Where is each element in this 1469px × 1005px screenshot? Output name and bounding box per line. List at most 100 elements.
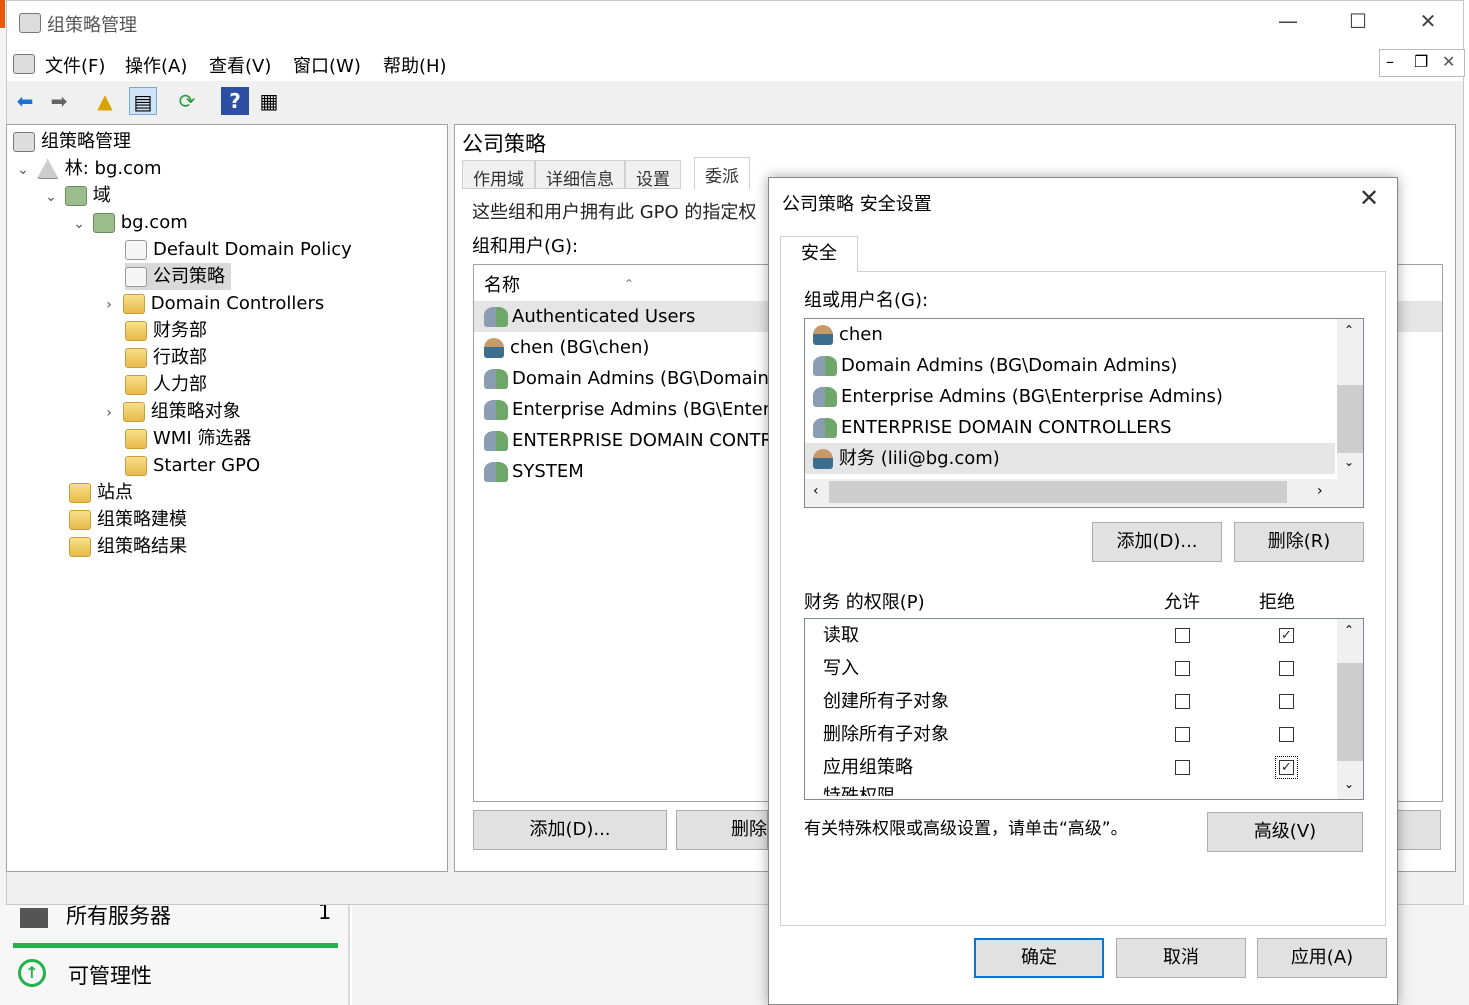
help-icon[interactable]: ? [221,87,249,115]
tree-item-admin[interactable]: 行政部 [125,344,207,371]
tree-item-starter-gpo[interactable]: Starter GPO [125,452,260,479]
groups-users-label: 组和用户(G): [472,236,579,257]
show-hide-action-pane-icon[interactable]: ▦ [255,87,283,115]
scroll-up-icon[interactable]: ⌃ [1344,323,1354,337]
tree-item-sites[interactable]: 站点 [69,479,133,506]
list-item-selected[interactable]: 财务 (lili@bg.com) [805,443,1335,474]
show-hide-tree-icon[interactable]: ▤ [129,87,157,115]
group-icon [813,387,837,407]
apply-button[interactable]: 应用(A) [1257,938,1387,978]
ok-button[interactable]: 确定 [974,938,1104,978]
vertical-scrollbar[interactable]: ⌃ ⌄ [1337,319,1363,479]
menu-file[interactable]: 文件(F) [45,52,105,78]
deny-checkbox[interactable] [1279,694,1294,709]
tab-security[interactable]: 安全 [780,236,858,272]
scroll-thumb[interactable] [1337,663,1363,761]
list-item[interactable]: chen [805,319,1363,350]
dialog-close-icon[interactable]: ✕ [1359,184,1379,212]
tree-item-bg-com[interactable]: ⌄ bg.com [71,209,188,236]
toolbar: ⬅ ➡ ▲ ▤ ⟳ ? ▦ [7,81,1463,121]
back-arrow-icon[interactable]: ⬅ [11,87,39,115]
tab-details[interactable]: 详细信息 [535,160,625,190]
scroll-left-icon[interactable]: ‹ [813,483,819,499]
allow-checkbox[interactable] [1175,760,1190,775]
tree-item-default-domain-policy[interactable]: Default Domain Policy [125,236,352,263]
scroll-up-icon[interactable]: ⌃ [1344,623,1354,637]
results-icon [69,537,91,557]
mdi-close-button[interactable]: ✕ [1442,52,1455,71]
deny-checkbox[interactable] [1279,727,1294,742]
dialog-remove-button[interactable]: 删除(R) [1234,522,1364,562]
deny-checkbox[interactable] [1279,661,1294,676]
properties-button-edge[interactable] [1398,810,1441,850]
add-button[interactable]: 添加(D)... [473,810,667,850]
tab-settings[interactable]: 设置 [625,160,681,190]
tab-delegation[interactable]: 委派 [694,157,750,189]
tree-item-forest[interactable]: ⌄ 林: bg.com [15,155,162,182]
tree-item-company-policy[interactable]: 公司策略 [125,263,231,290]
advanced-button[interactable]: 高级(V) [1207,812,1363,852]
menu-window[interactable]: 窗口(W) [293,52,361,78]
perm-vertical-scrollbar[interactable]: ⌃ ⌄ [1337,619,1363,799]
tree-item-gpo-objects[interactable]: › 组策略对象 [101,398,241,425]
deny-checkbox[interactable]: ✓ [1279,628,1294,643]
tab-scope[interactable]: 作用域 [462,160,535,190]
chevron-down-icon[interactable]: ⌄ [43,184,59,211]
title-bar[interactable]: 组策略管理 — ☐ ✕ [7,1,1463,45]
chevron-down-icon[interactable]: ⌄ [15,157,31,184]
tree-item-hr[interactable]: 人力部 [125,371,207,398]
chevron-down-icon[interactable]: ⌄ [71,211,87,238]
remove-button[interactable]: 删除 [676,810,768,850]
tree-item-domains[interactable]: ⌄ 域 [43,182,111,209]
mmc-doc-icon[interactable] [13,54,35,74]
allow-column-header: 允许 [1164,592,1200,613]
ou-folder-icon [125,321,147,341]
chevron-right-icon[interactable]: › [101,292,117,319]
menu-action[interactable]: 操作(A) [125,52,187,78]
tree-item-wmi-filters[interactable]: WMI 筛选器 [125,425,251,452]
modeling-icon [69,510,91,530]
advanced-note: 有关特殊权限或高级设置，请单击“高级”。 [804,819,1128,839]
group-icon [484,400,508,420]
wmi-filter-icon [125,429,147,449]
allow-checkbox[interactable] [1175,628,1190,643]
scroll-thumb[interactable] [1337,385,1363,453]
tree-item-results[interactable]: 组策略结果 [69,533,187,560]
maximize-button[interactable]: ☐ [1335,9,1381,37]
perm-row-apply-gp: 应用组策略 ✓ [805,751,1363,784]
tree-item-finance[interactable]: 财务部 [125,317,207,344]
cancel-button[interactable]: 取消 [1116,938,1246,978]
dialog-add-button[interactable]: 添加(D)... [1092,522,1222,562]
h-scroll-thumb[interactable] [829,481,1287,503]
menu-view[interactable]: 查看(V) [209,52,271,78]
tree-item-modeling[interactable]: 组策略建模 [69,506,187,533]
group-icon [813,356,837,376]
security-dialog: 公司策略 安全设置 ✕ 安全 组或用户名(G): chen Domain Adm… [768,177,1398,1005]
list-item[interactable]: ENTERPRISE DOMAIN CONTROLLERS [805,412,1363,443]
chevron-right-icon[interactable]: › [101,400,117,427]
scroll-right-icon[interactable]: › [1317,483,1323,499]
up-folder-icon[interactable]: ▲ [91,87,119,115]
list-item[interactable]: Domain Admins (BG\Domain Admins) [805,350,1363,381]
minimize-button[interactable]: — [1265,9,1311,37]
close-button[interactable]: ✕ [1405,9,1451,37]
group-user-list[interactable]: chen Domain Admins (BG\Domain Admins) En… [804,318,1364,508]
mdi-minimize-button[interactable]: – [1386,52,1394,71]
perm-row-read: 读取 ✓ [805,619,1363,652]
scroll-down-icon[interactable]: ⌄ [1344,777,1354,791]
refresh-icon[interactable]: ⟳ [173,87,201,115]
perm-row-special: 特殊权限 [805,784,1363,796]
menu-help[interactable]: 帮助(H) [383,52,447,78]
allow-checkbox[interactable] [1175,694,1190,709]
forward-arrow-icon[interactable]: ➡ [45,87,73,115]
deny-checkbox[interactable]: ✓ [1275,756,1298,779]
allow-checkbox[interactable] [1175,661,1190,676]
mdi-restore-button[interactable]: ❐ [1414,52,1428,71]
scroll-down-icon[interactable]: ⌄ [1344,455,1354,469]
allow-checkbox[interactable] [1175,727,1190,742]
list-item[interactable]: Enterprise Admins (BG\Enterprise Admins) [805,381,1363,412]
group-icon [484,369,508,389]
tree-item-domain-controllers[interactable]: › Domain Controllers [101,290,324,317]
tree-item-gpmc[interactable]: 组策略管理 [13,128,131,155]
horizontal-scrollbar[interactable]: ‹ › [805,479,1363,507]
